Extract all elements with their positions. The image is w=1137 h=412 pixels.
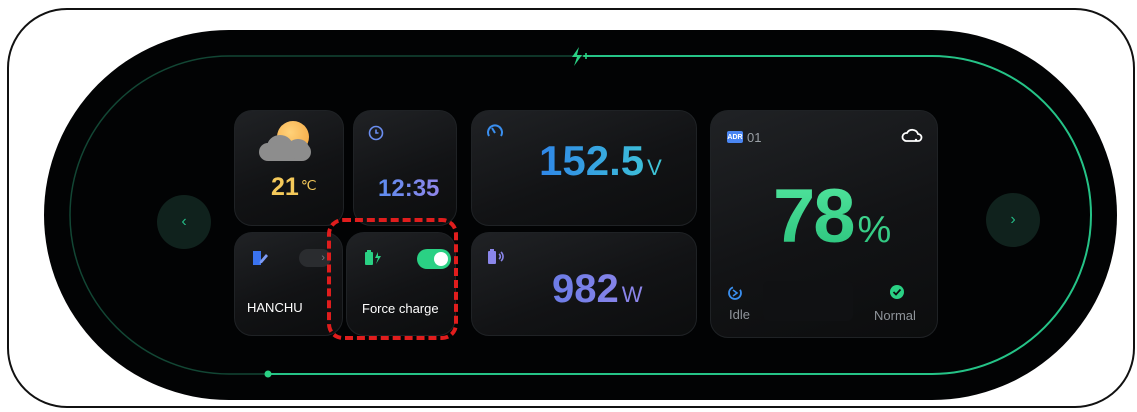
next-page-button[interactable]: › [986, 193, 1040, 247]
voltage-unit: V [647, 155, 662, 180]
chevron-left-icon: ‹ [181, 213, 187, 230]
hanchu-card[interactable]: › HANCHU [234, 232, 343, 336]
temperature-value: 21 [271, 173, 299, 201]
power-value: 982 [552, 267, 619, 311]
toggle-knob [434, 252, 448, 266]
temperature-unit: ℃ [300, 177, 317, 193]
dashboard-screen: ‹ › 21 ℃ 12:35 152.5 V ADR 01 78 % Idle … [44, 30, 1117, 400]
cloud-icon [259, 135, 311, 161]
battery-health-label: Normal [874, 308, 916, 323]
charging-bolt-icon [572, 47, 589, 66]
force-charge-toggle[interactable] [417, 249, 451, 269]
soc-value: 78 [773, 174, 854, 259]
battery-soc-card[interactable]: ADR 01 78% Idle Normal [710, 110, 938, 338]
power-card: 982 W [471, 232, 697, 336]
device-edit-icon [253, 251, 268, 265]
gauge-icon [487, 124, 503, 137]
previous-page-button[interactable]: ‹ [157, 195, 211, 249]
voltage-value: 152.5 [539, 137, 645, 184]
chevron-right-icon: › [1010, 211, 1016, 228]
hanchu-open-button[interactable]: › [299, 249, 331, 267]
force-charge-card: Force charge [346, 232, 456, 336]
clock-card: 12:35 [353, 110, 457, 226]
adr-badge-icon: ADR [727, 131, 743, 143]
force-charge-label: Force charge [362, 301, 439, 316]
power-unit: W [621, 282, 643, 307]
idle-icon [728, 286, 742, 300]
battery-charge-icon [365, 250, 381, 265]
clock-icon [368, 125, 384, 141]
check-circle-icon [890, 285, 904, 299]
soc-unit: % [857, 209, 892, 251]
state-panel [763, 281, 853, 321]
voltage-card: 152.5 V [471, 110, 697, 226]
battery-address: 01 [747, 130, 762, 145]
temperature-readout: 21 ℃ [271, 173, 317, 202]
hanchu-label: HANCHU [247, 300, 303, 315]
chevron-right-icon: › [321, 252, 325, 264]
power-readout: 982 W [552, 267, 643, 312]
voltage-readout: 152.5 V [539, 137, 662, 185]
state-of-charge: 78% [773, 173, 891, 260]
device-frame: ‹ › 21 ℃ 12:35 152.5 V ADR 01 78 % Idle … [7, 8, 1135, 408]
battery-power-icon [488, 249, 504, 264]
weather-card: 21 ℃ [234, 110, 344, 226]
battery-state-label: Idle [729, 307, 750, 322]
clock-time: 12:35 [378, 175, 440, 202]
cloud-wifi-icon [901, 128, 923, 142]
